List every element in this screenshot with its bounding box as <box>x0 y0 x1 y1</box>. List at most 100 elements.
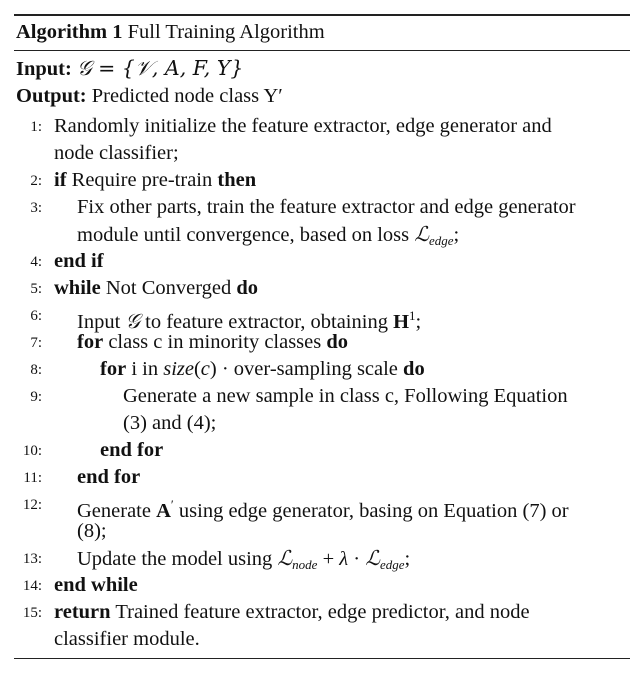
algorithm-line: 10: end for <box>14 437 630 464</box>
line-content: Randomly initialize the feature extracto… <box>54 113 552 140</box>
line-text: ( <box>193 358 201 380</box>
input-text: 𝒢 = {𝒱, A, F, Y} <box>76 56 244 80</box>
algorithm-block: Algorithm 1 Full Training Algorithm Inpu… <box>14 14 630 659</box>
math-token: edge <box>429 233 454 248</box>
line-number: 8: <box>30 362 42 378</box>
line-number: 13: <box>22 551 42 567</box>
line-text: classifier module. <box>54 628 200 650</box>
line-text: Update the model using <box>77 548 278 570</box>
algorithm-line: 14: end while <box>14 572 630 599</box>
line-number: 11: <box>23 470 42 486</box>
line-content: end for <box>100 437 163 464</box>
line-text: (8); <box>77 520 107 542</box>
line-content: while Not Converged do <box>54 275 258 302</box>
output-label: Output: <box>16 85 87 107</box>
algorithm-line: (8); <box>14 518 630 545</box>
algorithm-lines: 1: Randomly initialize the feature extrac… <box>14 113 630 653</box>
algorithm-title: Algorithm 1 Full Training Algorithm <box>14 16 630 46</box>
math-token: ℒ <box>414 222 429 246</box>
input-line: Input: 𝒢 = {𝒱, A, F, Y} <box>14 55 630 83</box>
line-number: 3: <box>30 200 42 216</box>
keyword: end while <box>54 574 138 596</box>
line-text: ; <box>404 548 411 570</box>
algorithm-line: (3) and (4); <box>14 410 630 437</box>
algorithm-line: 13: Update the model using ℒnode + λ · ℒe… <box>14 545 630 572</box>
algorithm-line: 15: return Trained feature extractor, edg… <box>14 599 630 626</box>
line-content: if Require pre-train then <box>54 167 256 194</box>
line-number: 5: <box>30 281 42 297</box>
line-text: Trained feature extractor, edge predicto… <box>110 601 530 623</box>
algorithm-line: 11: end for <box>14 464 630 491</box>
keyword: return <box>54 601 111 623</box>
line-text: Fix other parts, train the feature extra… <box>77 196 576 218</box>
line-text: Not Converged <box>100 277 237 299</box>
line-text: Randomly initialize the feature extracto… <box>54 115 552 137</box>
keyword: while <box>54 277 101 299</box>
line-content: Generate a new sample in class c, Follow… <box>123 383 568 410</box>
line-content: end if <box>54 248 104 275</box>
keyword: then <box>217 169 257 191</box>
math-token: size <box>163 358 194 380</box>
algorithm-line: 4: end if <box>14 248 630 275</box>
line-number: 6: <box>30 308 42 324</box>
output-line: Output: Predicted node class Y′ <box>14 83 630 110</box>
line-text: ; <box>453 224 460 246</box>
keyword: for <box>77 331 104 353</box>
algorithm-line: 2: if Require pre-train then <box>14 167 630 194</box>
algorithm-line: node classifier; <box>14 140 630 167</box>
algorithm-line: 7: for class c in minority classes do <box>14 329 630 356</box>
algorithm-line: 6: Input 𝒢 to feature extractor, obtainin… <box>14 302 630 333</box>
algorithm-line: 1: Randomly initialize the feature extrac… <box>14 113 630 140</box>
input-label: Input: <box>16 58 72 80</box>
line-number: 2: <box>30 173 42 189</box>
line-number: 7: <box>30 335 42 351</box>
algorithm-line: classifier module. <box>14 626 630 653</box>
algorithm-line: 8: for i in size(c) · over-sampling scale… <box>14 356 630 383</box>
line-content: for class c in minority classes do <box>77 329 348 356</box>
line-number: 1: <box>30 119 42 135</box>
algorithm-line: 9: Generate a new sample in class c, Foll… <box>14 383 630 410</box>
line-text: class c in minority classes <box>103 331 327 353</box>
line-number: 14: <box>22 578 42 594</box>
math-token: ℒ <box>365 546 380 570</box>
line-text: + <box>317 548 340 570</box>
algorithm-line: module until convergence, based on loss … <box>14 221 630 248</box>
line-text: Require pre-train <box>66 169 218 191</box>
line-content: node classifier; <box>54 140 179 167</box>
math-token: ℒ <box>277 546 293 570</box>
algorithm-name: Full Training Algorithm <box>127 21 325 43</box>
line-content: (8); <box>77 518 107 545</box>
math-token: λ <box>339 548 349 570</box>
line-content: (3) and (4); <box>123 410 216 437</box>
keyword: end for <box>77 466 141 488</box>
keyword: end for <box>100 439 164 461</box>
line-content: classifier module. <box>54 626 200 653</box>
keyword: do <box>326 331 349 353</box>
keyword: end if <box>54 250 104 272</box>
title-rule <box>14 50 630 51</box>
line-text: · <box>348 548 366 570</box>
line-content: Fix other parts, train the feature extra… <box>77 194 576 221</box>
line-content: end for <box>77 464 140 491</box>
bottom-rule <box>14 658 630 659</box>
algorithm-line: 5: while Not Converged do <box>14 275 630 302</box>
line-content: end while <box>54 572 138 599</box>
line-content: for i in size(c) · over-sampling scale d… <box>100 356 425 383</box>
line-text: (3) and (4); <box>123 412 217 434</box>
keyword: for <box>100 358 127 380</box>
line-number: 12: <box>22 497 42 513</box>
line-text: node classifier; <box>54 142 179 164</box>
algorithm-line: 12: Generate A′ using edge generator, bas… <box>14 491 630 522</box>
math-token: c <box>200 358 210 380</box>
line-content: return Trained feature extractor, edge p… <box>54 599 530 626</box>
line-number: 4: <box>30 254 42 270</box>
algorithm-label: Algorithm 1 <box>16 21 123 43</box>
line-number: 15: <box>22 605 42 621</box>
line-text: i in <box>126 358 164 380</box>
line-text: module until convergence, based on loss <box>77 224 415 246</box>
line-number: 10: <box>22 443 42 459</box>
keyword: do <box>403 358 425 380</box>
line-text: ) · over-sampling scale <box>209 358 404 380</box>
math-token: node <box>292 557 318 572</box>
line-number: 9: <box>30 389 42 405</box>
